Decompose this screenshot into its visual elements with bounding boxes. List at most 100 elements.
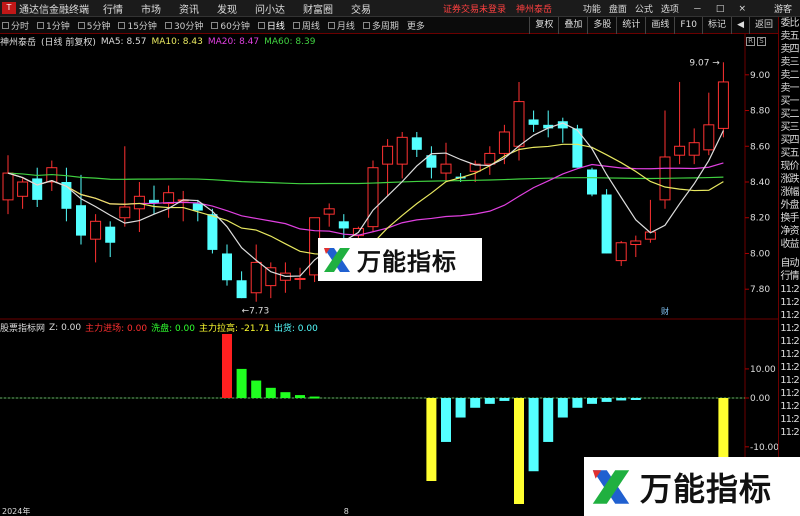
tool-huaxian[interactable]: 画线 (645, 17, 674, 34)
sidebar-item-4[interactable]: 卖二 (779, 69, 800, 82)
candle-body (323, 208, 335, 215)
app-menubar: T 通达信金融终端 行情 市场 资讯 发现 问小达 财富圈 交易 证券交易未登录… (0, 0, 800, 17)
sidebar-item-10[interactable]: 买五 (779, 147, 800, 160)
period-15min[interactable]: 15分钟 (116, 19, 158, 32)
pane-tag-s[interactable]: S (757, 37, 766, 46)
login-status-link[interactable]: 证券交易未登录 (443, 2, 506, 15)
indicator-xipan: 洗盘: 0.00 (151, 324, 195, 334)
tool-f10[interactable]: F10 (674, 17, 702, 34)
period-60min[interactable]: 60分钟 (209, 19, 251, 32)
ma5-value: MA5: 8.57 (100, 36, 147, 47)
candle-body (222, 253, 232, 281)
tool-diejia[interactable]: 叠加 (558, 17, 587, 34)
tick-item-2[interactable]: 11:2 (779, 283, 800, 296)
sidebar-item-13[interactable]: 涨幅 (779, 186, 800, 199)
tick-item-12[interactable]: 11:2 (779, 413, 800, 426)
sidebar-item-17[interactable]: 收益 (779, 238, 800, 251)
maximize-icon[interactable]: □ (716, 4, 725, 14)
close-icon[interactable]: × (738, 4, 746, 14)
sidebar-item-2[interactable]: 卖四 (779, 43, 800, 56)
x-axis-label: 8 (344, 507, 349, 516)
low-price-label: ←7.73 (242, 307, 270, 317)
period-week[interactable]: 周线 (291, 19, 322, 32)
price-tick-label: 8.40 (750, 178, 770, 188)
candle-body (207, 214, 218, 250)
candle-body (396, 136, 408, 165)
tick-item-4[interactable]: 11:2 (779, 309, 800, 322)
indicator-bar (616, 398, 627, 401)
x-axis-label: 2024年 (2, 506, 30, 516)
sidebar-item-12[interactable]: 涨跌 (779, 173, 800, 186)
menu-hangqing[interactable]: 行情 (103, 1, 123, 16)
tick-item-3[interactable]: 11:2 (779, 296, 800, 309)
sidebar-item-14[interactable]: 外盘 (779, 199, 800, 212)
tool-fuquan[interactable]: 复权 (529, 17, 558, 34)
period-month[interactable]: 月线 (326, 19, 357, 32)
menu-gongneng[interactable]: 功能 (583, 2, 601, 15)
tick-item-8[interactable]: 11:2 (779, 361, 800, 374)
candle-body (163, 192, 175, 204)
indicator-bar (441, 398, 451, 442)
menu-panmian[interactable]: 盘面 (609, 2, 627, 15)
sidebar-item-16[interactable]: 净资 (779, 225, 800, 238)
menu-zixun[interactable]: 资讯 (179, 1, 199, 16)
sidebar-item-7[interactable]: 买二 (779, 108, 800, 121)
period-fenshi[interactable]: 分时 (0, 19, 31, 32)
sidebar-item-1[interactable]: 卖五 (779, 30, 800, 43)
sidebar-item-5[interactable]: 卖一 (779, 82, 800, 95)
indicator-bar (280, 392, 291, 398)
menu-wenxiaoda[interactable]: 问小达 (255, 1, 285, 16)
sidebar-item-15[interactable]: 换手 (779, 212, 800, 225)
pane-tag-r[interactable]: R (746, 37, 755, 46)
period-5min[interactable]: 5分钟 (76, 19, 113, 32)
period-multi[interactable]: 多周期 (361, 19, 401, 32)
sidebar-item-6[interactable]: 买一 (779, 95, 800, 108)
checkbox-icon (118, 21, 126, 29)
indicator-chuhuo: 出货: 0.00 (273, 324, 318, 334)
period-day[interactable]: 日线 (256, 19, 287, 32)
tool-back[interactable]: 返回 (748, 17, 778, 34)
candle-body (192, 203, 203, 211)
sidebar-item-8[interactable]: 买三 (779, 121, 800, 134)
guest-user[interactable]: 游客 (774, 2, 792, 15)
sidebar-item-3[interactable]: 卖三 (779, 56, 800, 69)
indicator-name[interactable]: 股票指标网 (0, 321, 45, 334)
finance-marker: 财 (661, 306, 669, 316)
indicator-bar (309, 396, 320, 399)
tool-biaoji[interactable]: 标记 (702, 17, 731, 34)
tool-tongji[interactable]: 统计 (616, 17, 645, 34)
chart-tools: 复权 叠加 多股 统计 画线 F10 标记 ◀ 返回 (529, 17, 778, 34)
minimize-icon[interactable]: － (693, 2, 702, 15)
indicator-bar (455, 398, 466, 418)
menu-gongshi[interactable]: 公式 (635, 2, 653, 15)
menu-faxian[interactable]: 发现 (217, 1, 237, 16)
tick-item-6[interactable]: 11:2 (779, 335, 800, 348)
tick-item-5[interactable]: 11:2 (779, 322, 800, 335)
tick-item-10[interactable]: 11:2 (779, 387, 800, 400)
current-stock-link[interactable]: 神州泰岳 (516, 2, 552, 15)
tick-item-13[interactable]: 11:2 (779, 426, 800, 439)
menu-xuanxiang[interactable]: 选项 (661, 2, 679, 15)
tool-prev-icon[interactable]: ◀ (731, 17, 749, 34)
candle-body (76, 205, 86, 236)
tick-item-11[interactable]: 11:2 (779, 400, 800, 413)
tick-item-0[interactable]: 自动 (779, 257, 800, 270)
tick-item-7[interactable]: 11:2 (779, 348, 800, 361)
checkbox-icon (362, 21, 370, 29)
sidebar-item-11[interactable]: 现价 (779, 160, 800, 173)
candle-body (498, 131, 510, 154)
tick-item-1[interactable]: 行情 (779, 270, 800, 283)
menu-caifuquan[interactable]: 财富圈 (303, 1, 333, 16)
sidebar-item-9[interactable]: 买四 (779, 134, 800, 147)
candle-body (615, 242, 627, 262)
menu-shichang[interactable]: 市场 (141, 1, 161, 16)
tool-duogu[interactable]: 多股 (587, 17, 616, 34)
period-1min[interactable]: 1分钟 (35, 19, 72, 32)
period-more[interactable]: 更多 (405, 19, 427, 32)
menu-jiaoyi[interactable]: 交易 (351, 1, 371, 16)
indicator-bar (426, 398, 437, 482)
period-30min[interactable]: 30分钟 (163, 19, 205, 32)
candle-body (440, 163, 452, 174)
sidebar-item-0[interactable]: 委比 (779, 17, 800, 30)
tick-item-9[interactable]: 11:2 (779, 374, 800, 387)
